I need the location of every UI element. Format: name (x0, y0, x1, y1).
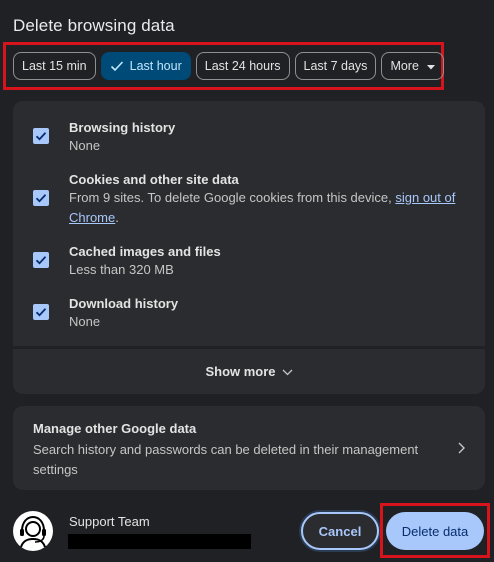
checkbox-check-icon (35, 308, 47, 317)
chip-last-7-days[interactable]: Last 7 days (294, 52, 377, 80)
chip-label: More (390, 59, 419, 73)
item-subtitle-text: From 9 sites. To delete Google cookies f… (69, 190, 396, 205)
delete-browsing-data-dialog: Delete browsing data Last 15 min Last ho… (0, 0, 494, 562)
chip-last-15-min[interactable]: Last 15 min (13, 52, 96, 80)
item-subtitle: Less than 320 MB (69, 262, 174, 277)
chip-last-24-hours[interactable]: Last 24 hours (195, 52, 290, 80)
checkbox-check-icon (35, 132, 47, 141)
chip-label: Last 15 min (22, 59, 87, 73)
time-range-chips: Last 15 min Last hour Last 24 hours Last… (13, 52, 444, 80)
headset-icon (20, 515, 46, 548)
item-title: Cached images and files (69, 244, 221, 259)
chevron-down-icon (282, 364, 293, 379)
item-subtitle: None (69, 138, 101, 153)
item-subtitle-suffix: . (115, 210, 119, 225)
avatar (13, 511, 53, 551)
checkbox-cached-images[interactable] (33, 252, 49, 268)
cancel-button[interactable]: Cancel (301, 512, 379, 550)
item-title: Browsing history (69, 120, 176, 135)
show-more-button[interactable]: Show more (13, 349, 485, 394)
data-types-card: Browsing history None Cookies and other … (13, 101, 485, 346)
chip-label: Last hour (129, 59, 182, 73)
chip-label: Last 24 hours (204, 59, 281, 73)
chevron-right-icon (458, 441, 465, 459)
checkbox-check-icon (35, 194, 47, 203)
checkbox-browsing-history[interactable] (33, 128, 49, 144)
manage-subtitle: Search history and passwords can be dele… (33, 442, 419, 477)
item-title: Download history (69, 296, 179, 311)
chip-last-hour[interactable]: Last hour (100, 52, 191, 80)
manage-other-google-data[interactable]: Manage other Google data Search history … (13, 406, 485, 490)
checkbox-check-icon (35, 256, 47, 265)
dialog-title: Delete browsing data (13, 16, 175, 35)
checkbox-download-history[interactable] (33, 304, 49, 320)
checkbox-cookies[interactable] (33, 190, 49, 206)
account-name: Support Team (69, 514, 150, 529)
chip-more[interactable]: More (381, 52, 444, 80)
chip-label: Last 7 days (303, 59, 368, 73)
show-more-label: Show more (205, 364, 276, 379)
delete-data-button[interactable]: Delete data (386, 512, 484, 550)
item-title: Cookies and other site data (69, 172, 239, 187)
item-subtitle: None (69, 314, 101, 329)
item-subtitle: From 9 sites. To delete Google cookies f… (69, 188, 469, 228)
account-email-redacted (68, 534, 251, 549)
manage-title: Manage other Google data (33, 421, 197, 436)
checkmark-icon (110, 60, 124, 72)
caret-down-icon (426, 59, 435, 73)
